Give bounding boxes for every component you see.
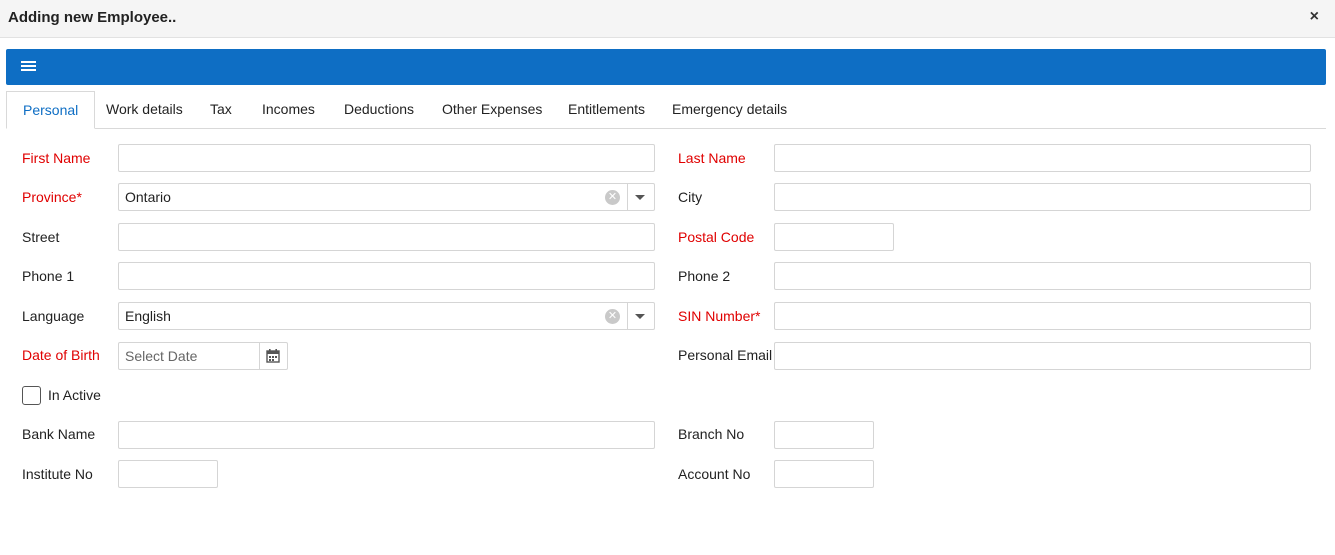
dialog-titlebar: Adding new Employee.. × [0, 0, 1335, 38]
phone2-input[interactable] [774, 262, 1311, 290]
personal-email-input[interactable] [774, 342, 1311, 370]
tab-tax[interactable]: Tax [194, 91, 248, 129]
phone1-label: Phone 1 [22, 268, 75, 284]
institute-no-input[interactable] [118, 460, 218, 488]
account-no-input[interactable] [774, 460, 874, 488]
city-input[interactable] [774, 183, 1311, 211]
bank-name-input[interactable] [118, 421, 655, 449]
dialog-title: Adding new Employee.. [8, 9, 177, 26]
language-label: Language [22, 308, 85, 324]
tab-work-details[interactable]: Work details [90, 91, 199, 129]
tab-entitlements[interactable]: Entitlements [552, 91, 661, 129]
last-name-input[interactable] [774, 144, 1311, 172]
province-label: Province* [22, 189, 82, 205]
in-active-checkbox[interactable] [22, 386, 41, 405]
tab-bar: Personal Work details Tax Incomes Deduct… [6, 91, 1326, 129]
language-select[interactable]: English ✕ [118, 302, 655, 330]
institute-no-label: Institute No [22, 466, 93, 482]
phone2-label: Phone 2 [678, 268, 731, 284]
toolbar [6, 49, 1326, 85]
branch-no-label: Branch No [678, 426, 745, 442]
date-of-birth-label: Date of Birth [22, 347, 100, 363]
branch-no-input[interactable] [774, 421, 874, 449]
tab-other-expenses[interactable]: Other Expenses [426, 91, 558, 129]
personal-email-label: Personal Email [678, 347, 773, 363]
postal-code-label: Postal Code [678, 229, 755, 245]
chevron-down-icon[interactable] [635, 195, 645, 200]
date-of-birth-picker [118, 342, 288, 370]
sin-number-label: SIN Number* [678, 308, 761, 324]
province-value: Ontario [125, 189, 171, 205]
clear-icon[interactable]: ✕ [605, 309, 620, 324]
date-of-birth-input[interactable] [119, 343, 261, 369]
first-name-input[interactable] [118, 144, 655, 172]
language-value: English [125, 308, 171, 324]
phone1-input[interactable] [118, 262, 655, 290]
tab-emergency-details[interactable]: Emergency details [656, 91, 803, 129]
province-select[interactable]: Ontario ✕ [118, 183, 655, 211]
postal-code-input[interactable] [774, 223, 894, 251]
account-no-label: Account No [678, 466, 751, 482]
clear-icon[interactable]: ✕ [605, 190, 620, 205]
close-icon[interactable]: × [1310, 8, 1319, 26]
first-name-label: First Name [22, 150, 91, 166]
street-input[interactable] [118, 223, 655, 251]
city-label: City [678, 189, 703, 205]
chevron-down-icon[interactable] [635, 314, 645, 319]
tab-incomes[interactable]: Incomes [246, 91, 331, 129]
in-active-label: In Active [48, 387, 101, 403]
street-label: Street [22, 229, 60, 245]
sin-number-input[interactable] [774, 302, 1311, 330]
last-name-label: Last Name [678, 150, 746, 166]
divider [259, 343, 260, 369]
divider [627, 184, 628, 210]
bank-name-label: Bank Name [22, 426, 96, 442]
tab-personal[interactable]: Personal [6, 91, 96, 129]
divider [627, 303, 628, 329]
hamburger-icon[interactable] [21, 61, 37, 73]
tab-deductions[interactable]: Deductions [328, 91, 430, 129]
calendar-icon[interactable] [266, 349, 280, 363]
